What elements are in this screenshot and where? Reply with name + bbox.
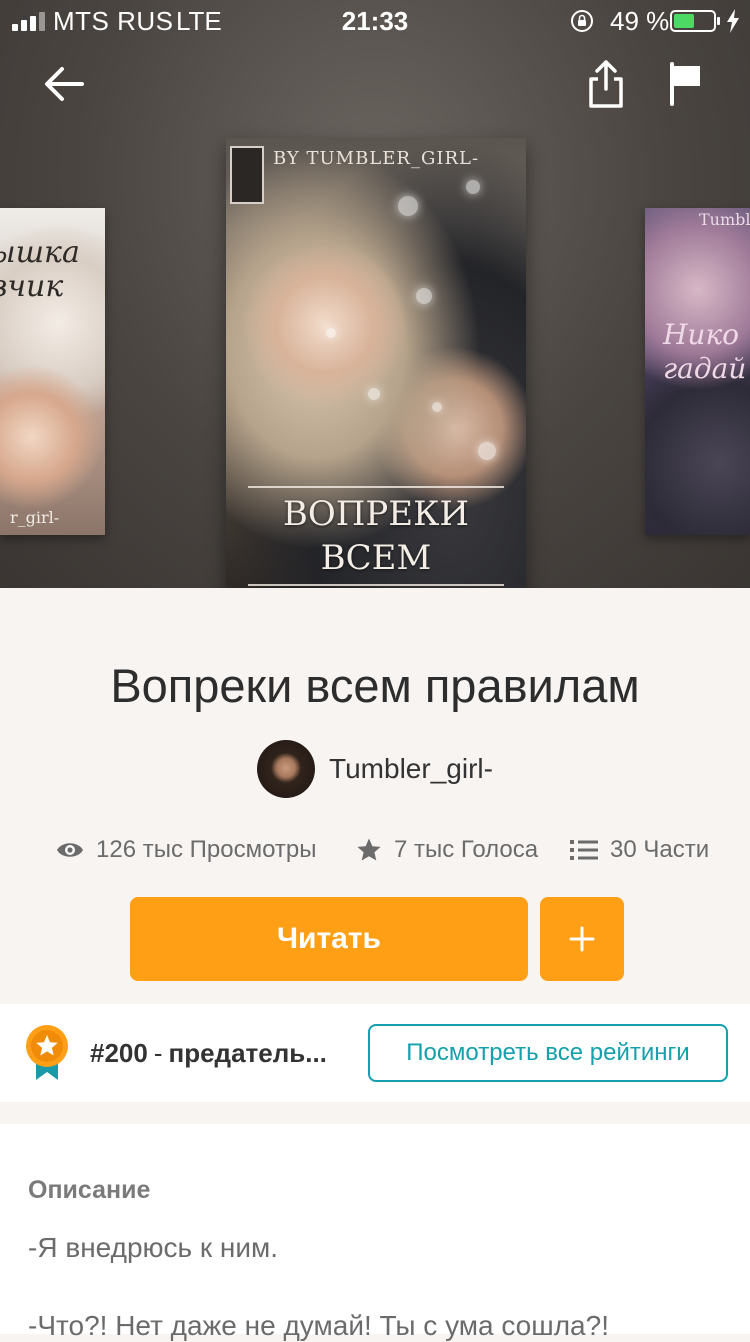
- cover-decoration: [368, 388, 380, 400]
- description-card: Описание -Я внедрюсь к ним. -Что?! Нет д…: [0, 1124, 750, 1341]
- book-title: Вопреки всем правилам: [110, 659, 640, 712]
- author-link[interactable]: Tumbler_girl-: [0, 740, 750, 798]
- share-button[interactable]: [578, 56, 634, 112]
- description-text-line: -Я внедрюсь к ним.: [28, 1232, 279, 1263]
- cover-decoration: [478, 442, 496, 460]
- cover-decoration: [326, 328, 336, 338]
- battery-icon: [670, 10, 720, 32]
- add-to-library-button[interactable]: [540, 897, 624, 981]
- star-icon: [357, 838, 381, 861]
- cover-decoration: [398, 196, 418, 216]
- medal-icon: [26, 1025, 68, 1080]
- rank-number: #200: [90, 1038, 148, 1068]
- cover-decoration: [466, 180, 480, 194]
- arrow-left-icon: [45, 67, 84, 101]
- parts-stat: 30 Части: [570, 832, 709, 868]
- cover-author: BY TUMBLER_GIRL-: [272, 148, 480, 169]
- share-icon: [589, 60, 623, 108]
- views-count: 126 тыс Просмотры: [96, 836, 317, 863]
- cover-title: рышка авчик: [0, 235, 80, 304]
- book-cover[interactable]: BY TUMBLER_GIRL- ВОПРЕКИ ВСЕМ ПРАВИЛАМ: [226, 138, 526, 588]
- rotation-lock-icon: [571, 10, 593, 32]
- hero-header: MTS RUS LTE 21:33 49 % шка чик r_girl- T…: [0, 0, 750, 588]
- cover-thumbnail-next[interactable]: Tumbl Нико гадай: [645, 208, 750, 535]
- report-button[interactable]: [658, 56, 714, 112]
- description-heading: Описание: [28, 1176, 151, 1204]
- author-name[interactable]: Tumbler_girl-: [329, 753, 493, 785]
- cover-divider: [248, 584, 504, 586]
- cover-thumbnail-previous[interactable]: рышка авчик r_girl-: [0, 208, 105, 535]
- cover-title-line-1: ВОПРЕКИ ВСЕМ: [282, 494, 470, 578]
- cover-author: Tumbl: [699, 210, 750, 229]
- list-icon: [570, 840, 598, 860]
- description-text-line: -Что?! Нет даже не думай! Ты с ума сошла…: [28, 1310, 609, 1341]
- cover-title: ВОПРЕКИ ВСЕМ ПРАВИЛАМ: [226, 492, 526, 588]
- votes-count: 7 тыс Голоса: [394, 836, 539, 863]
- view-all-rankings-button[interactable]: Посмотреть все рейтинги: [368, 1024, 728, 1082]
- eye-icon: [57, 843, 83, 857]
- cover-title: Нико гадай: [663, 318, 747, 385]
- back-button[interactable]: [36, 56, 92, 112]
- ranking-card: #200- предатель... Посмотреть все рейтинг…: [0, 1004, 750, 1102]
- cover-author: r_girl-: [10, 508, 60, 527]
- charging-icon: [727, 9, 739, 33]
- plus-icon: [569, 926, 595, 952]
- parts-count: 30 Части: [610, 836, 710, 863]
- status-bar: MTS RUS LTE 21:33 49 %: [0, 0, 750, 40]
- read-button[interactable]: Читать: [130, 897, 528, 981]
- votes-stat: 7 тыс Голоса: [356, 832, 538, 868]
- author-avatar[interactable]: [257, 740, 316, 798]
- ranking-text: #200- предатель...: [90, 1038, 350, 1069]
- cover-decoration: [432, 402, 442, 412]
- rank-category: предатель...: [168, 1038, 327, 1068]
- book-stats: 126 тыс Просмотры 7 тыс Голоса 30 Части: [0, 832, 750, 868]
- views-stat: 126 тыс Просмотры: [56, 832, 316, 868]
- battery-percent: 49 %: [610, 6, 670, 36]
- cover-decoration: [416, 288, 432, 304]
- flag-icon: [670, 62, 700, 106]
- rank-separator: -: [153, 1038, 163, 1068]
- cover-divider: [248, 486, 504, 488]
